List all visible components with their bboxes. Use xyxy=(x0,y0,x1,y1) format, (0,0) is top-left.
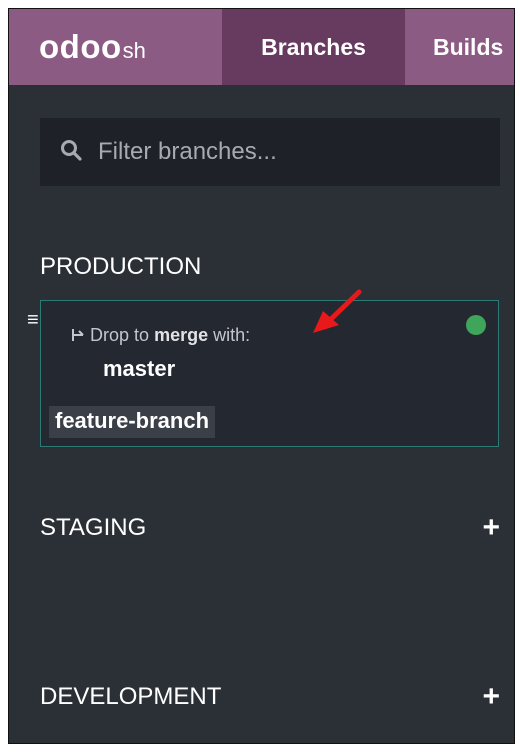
tab-branches[interactable]: Branches xyxy=(222,9,405,85)
staging-section-header: STAGING + xyxy=(40,513,500,543)
drop-hint-suffix: with: xyxy=(213,325,251,345)
search-icon xyxy=(60,139,82,166)
filter-branches-input[interactable] xyxy=(96,137,460,167)
add-development-button[interactable]: + xyxy=(482,682,500,712)
add-staging-button[interactable]: + xyxy=(482,513,500,543)
tab-builds[interactable]: Builds xyxy=(405,9,503,85)
production-drop-zone[interactable]: Drop to merge with: master feature-branc… xyxy=(40,300,499,447)
top-navbar: odoo sh Branches Builds xyxy=(9,9,514,85)
tab-branches-label: Branches xyxy=(261,33,366,60)
development-label: DEVELOPMENT xyxy=(40,683,222,710)
odoo-sh-logo[interactable]: odoo sh xyxy=(9,9,222,85)
tab-builds-label: Builds xyxy=(433,33,504,60)
drop-hint-prefix: Drop to xyxy=(90,325,150,345)
drop-hint-action: merge xyxy=(154,325,209,345)
logo-sub: sh xyxy=(122,38,146,63)
drag-handle-icon[interactable]: ≡ xyxy=(27,309,39,332)
dragged-branch-chip[interactable]: feature-branch xyxy=(49,406,216,438)
production-section-header: PRODUCTION xyxy=(40,253,500,281)
logo-main: odoo xyxy=(39,28,122,65)
drop-hint: Drop to merge with: xyxy=(71,325,250,346)
status-indicator xyxy=(466,315,486,335)
merge-icon xyxy=(71,325,90,345)
merge-target-branch: master xyxy=(103,356,176,381)
annotation-arrow-icon xyxy=(313,289,362,333)
staging-label: STAGING xyxy=(40,514,147,541)
app-frame: odoosh Branches Builds PRODUCTION xyxy=(8,8,515,744)
development-section-header: DEVELOPMENT + xyxy=(40,682,500,712)
filter-branches-box xyxy=(40,118,500,186)
production-label: PRODUCTION xyxy=(40,253,202,280)
